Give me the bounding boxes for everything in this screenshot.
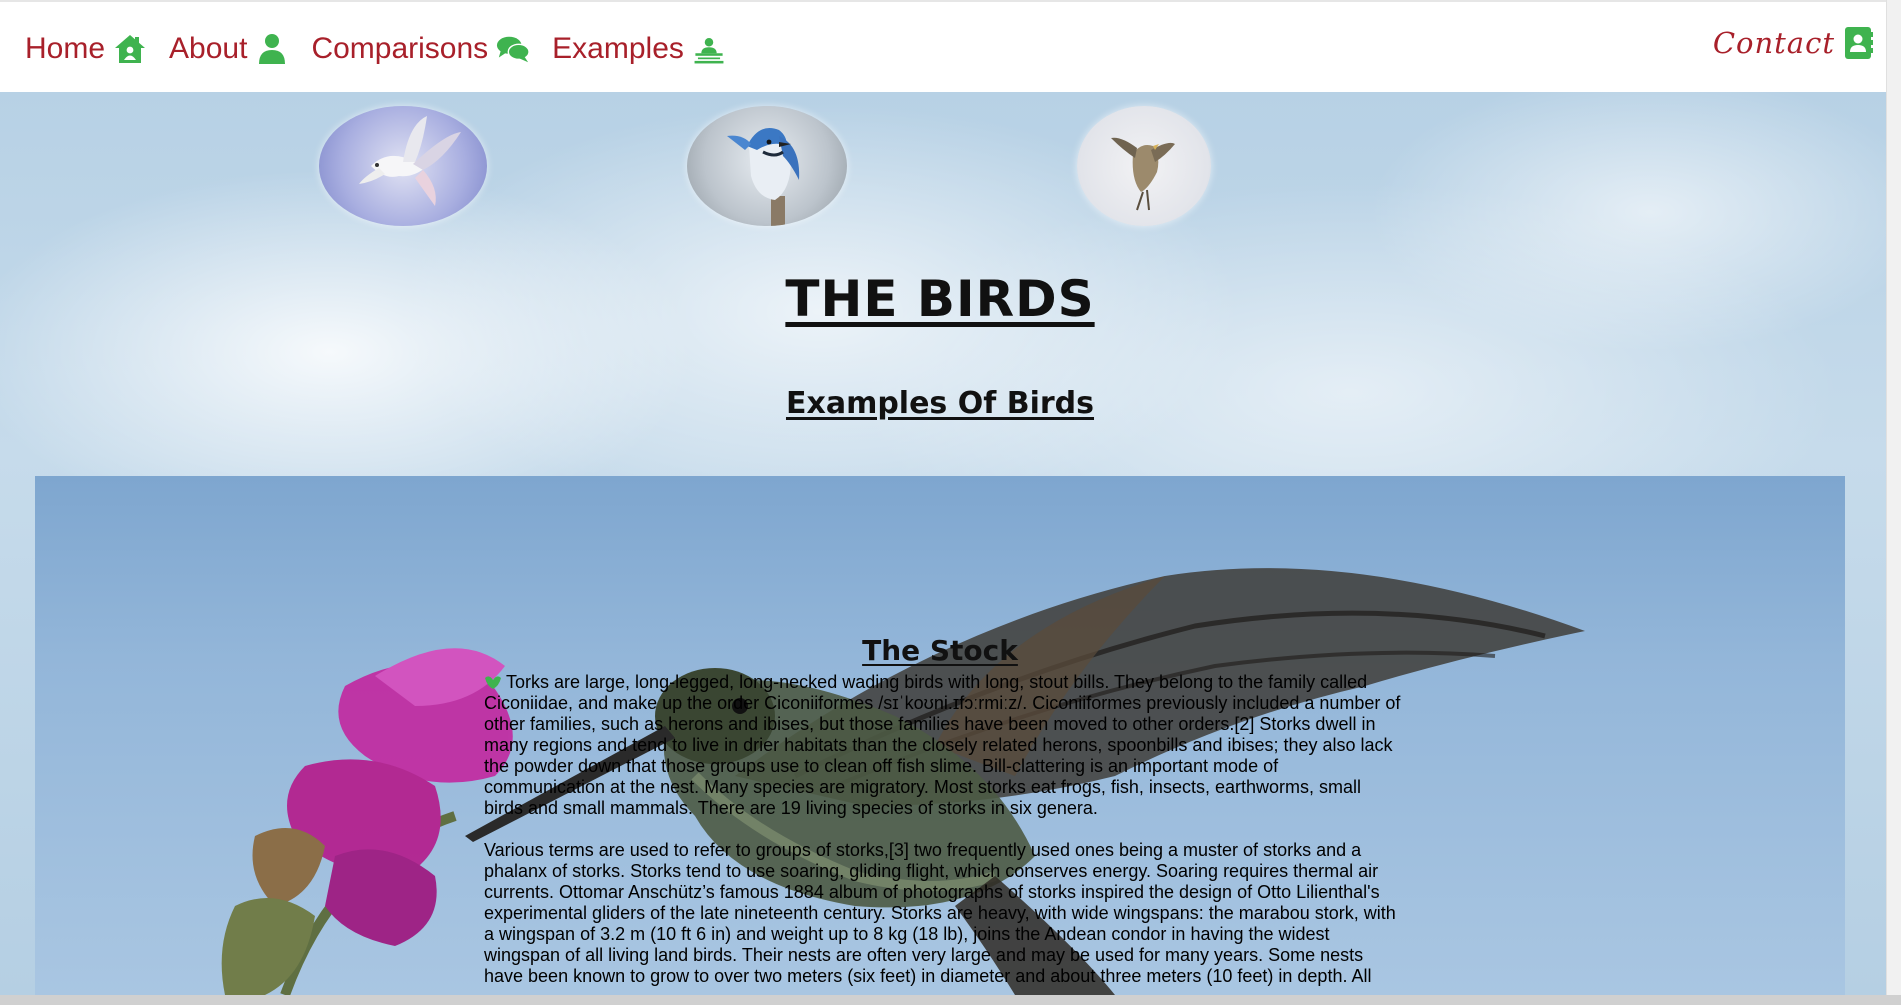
page-subtitle: Examples Of Birds: [785, 386, 1095, 421]
section-title: The Stock: [862, 634, 1018, 667]
nav-about-link[interactable]: About: [169, 32, 289, 66]
blue-jay-illustration: [727, 128, 800, 226]
nav-comparisons-link[interactable]: Comparisons: [311, 32, 530, 66]
content-panel: The Stock Torks are large, long-legged, …: [35, 476, 1845, 995]
paragraph: Torks are large, long-legged, long-necke…: [484, 672, 1404, 819]
nav-comparisons-label: Comparisons: [311, 32, 489, 65]
address-book-icon[interactable]: [1845, 27, 1873, 59]
nav-home-label: Home: [25, 32, 106, 65]
top-navbar: Home About Comparisons Examples Contact: [0, 0, 1901, 92]
vertical-scrollbar[interactable]: [1886, 0, 1901, 1005]
dove-illustration: [359, 116, 461, 206]
teacher-icon: [694, 37, 724, 64]
dove-image[interactable]: [319, 106, 487, 226]
leaf-icon: [485, 676, 501, 689]
nav-contact[interactable]: Contact: [1713, 26, 1873, 60]
comments-icon: [497, 36, 530, 63]
nav-examples-link[interactable]: Examples: [552, 32, 726, 66]
home-icon: [115, 35, 146, 63]
paragraph-1-text: Torks are large, long-legged, long-necke…: [484, 672, 1401, 818]
horizontal-scrollbar[interactable]: [0, 995, 1901, 1005]
user-icon: [259, 34, 286, 64]
finch-image[interactable]: [1077, 106, 1211, 226]
nav-links: Home About Comparisons Examples: [25, 32, 748, 66]
nav-about-label: About: [169, 32, 248, 65]
section-text: Torks are large, long-legged, long-necke…: [484, 672, 1404, 995]
blue-jay-image[interactable]: [687, 106, 847, 226]
page-title: THE BIRDS: [785, 270, 1095, 328]
nav-examples-label: Examples: [552, 32, 684, 65]
paragraph: Various terms are used to refer to group…: [484, 840, 1396, 986]
nav-contact-label[interactable]: Contact: [1713, 26, 1835, 60]
finch-illustration: [1111, 137, 1175, 211]
nav-home-link[interactable]: Home: [25, 32, 147, 66]
